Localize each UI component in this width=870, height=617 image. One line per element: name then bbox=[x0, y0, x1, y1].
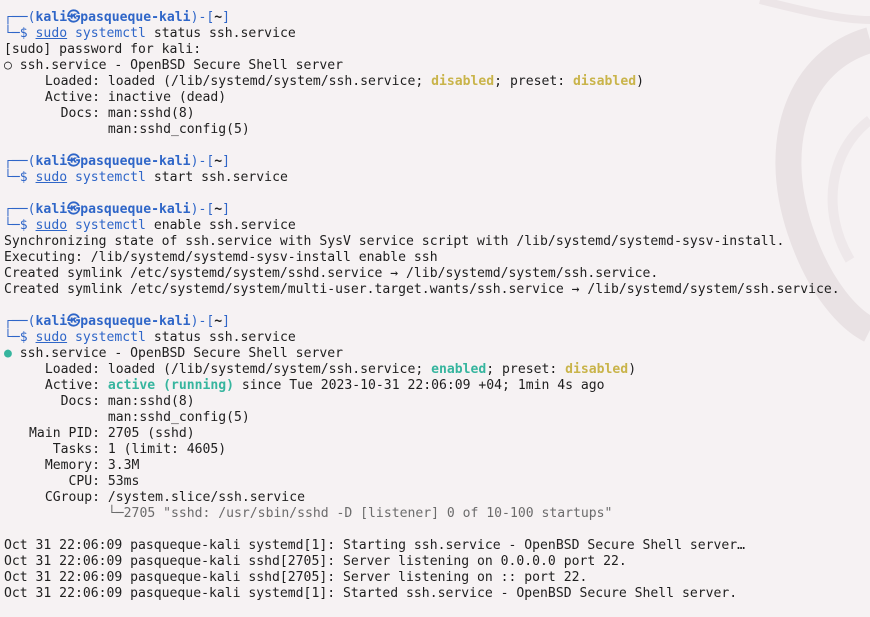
journal-log-line: Oct 31 22:06:09 pasqueque-kali sshd[2705… bbox=[4, 554, 627, 569]
status-cgroup-process: └─2705 "sshd: /usr/sbin/sshd -D [listene… bbox=[107, 506, 613, 521]
terminal-output[interactable]: ┌──(kali㉿pasqueque-kali)-[~] └─$ sudo sy… bbox=[4, 10, 870, 602]
command-line: └─$ sudo systemctl status ssh.service bbox=[4, 330, 296, 345]
output-line: [sudo] password for kali: bbox=[4, 42, 202, 57]
status-tasks: Tasks: 1 (limit: 4605) bbox=[52, 442, 227, 457]
status-main-pid: Main PID: 2705 (sshd) bbox=[29, 426, 195, 441]
kali-at-icon: ㉿ bbox=[67, 202, 81, 217]
prompt-cwd: ~ bbox=[214, 10, 223, 25]
status-docs-cont: man:sshd_config(5) bbox=[100, 410, 250, 425]
output-line: Created symlink /etc/systemd/system/mult… bbox=[4, 282, 840, 297]
prompt-top-line: ┌──(kali㉿pasqueque-kali)-[~] bbox=[4, 314, 230, 329]
output-line: Executing: /lib/systemd/systemd-sysv-ins… bbox=[4, 250, 438, 265]
prompt-top-line: ┌──(kali㉿pasqueque-kali)-[~] bbox=[4, 202, 230, 217]
service-header: ● ssh.service - OpenBSD Secure Shell ser… bbox=[4, 346, 343, 361]
status-loaded: Loaded: loaded (/lib/systemd/system/ssh.… bbox=[44, 362, 637, 377]
kali-at-icon: ㉿ bbox=[67, 10, 81, 25]
journal-log-line: Oct 31 22:06:09 pasqueque-kali sshd[2705… bbox=[4, 570, 588, 585]
status-cgroup: CGroup: /system.slice/ssh.service bbox=[44, 490, 305, 505]
command-line: └─$ sudo systemctl enable ssh.service bbox=[4, 218, 296, 233]
status-active: Active: active (running) since Tue 2023-… bbox=[44, 378, 605, 393]
active-dot-icon: ● bbox=[4, 346, 12, 361]
kali-at-icon: ㉿ bbox=[67, 154, 81, 169]
prompt-top-line: ┌──(kali㉿pasqueque-kali)-[~] bbox=[4, 10, 230, 25]
kali-at-icon: ㉿ bbox=[67, 314, 81, 329]
prompt-host: pasqueque-kali bbox=[80, 10, 191, 25]
status-docs: Docs: man:sshd(8) bbox=[60, 106, 195, 121]
output-line: Created symlink /etc/systemd/system/sshd… bbox=[4, 266, 659, 281]
status-docs-cont: man:sshd_config(5) bbox=[100, 122, 250, 137]
service-header: ○ ssh.service - OpenBSD Secure Shell ser… bbox=[4, 58, 343, 73]
prompt-user: kali bbox=[35, 10, 68, 25]
prompt-top-line: ┌──(kali㉿pasqueque-kali)-[~] bbox=[4, 154, 230, 169]
command-line: └─$ sudo systemctl start ssh.service bbox=[4, 170, 288, 185]
status-active: Active: inactive (dead) bbox=[44, 90, 227, 105]
status-memory: Memory: 3.3M bbox=[44, 458, 140, 473]
command-line: └─$ sudo systemctl status ssh.service bbox=[4, 26, 296, 41]
status-cpu: CPU: 53ms bbox=[68, 474, 140, 489]
output-line: Synchronizing state of ssh.service with … bbox=[4, 234, 785, 249]
status-loaded: Loaded: loaded (/lib/systemd/system/ssh.… bbox=[44, 74, 644, 89]
journal-log-line: Oct 31 22:06:09 pasqueque-kali systemd[1… bbox=[4, 586, 738, 601]
status-docs: Docs: man:sshd(8) bbox=[60, 394, 195, 409]
journal-log-line: Oct 31 22:06:09 pasqueque-kali systemd[1… bbox=[4, 538, 746, 553]
